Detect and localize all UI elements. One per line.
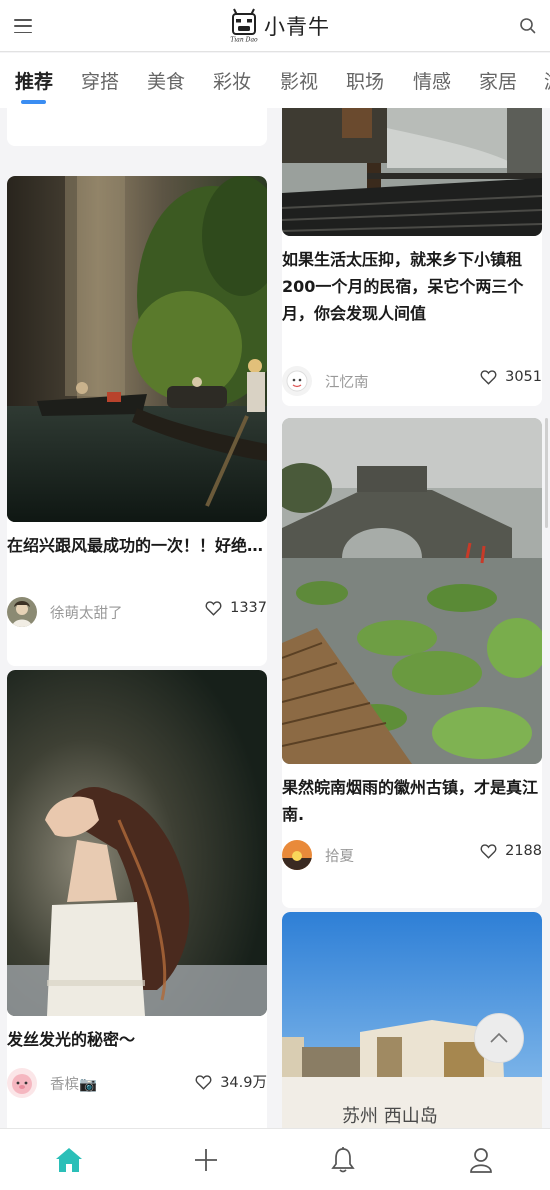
- post-title[interactable]: 如果生活太压抑，就来乡下小镇租200一个月的民宿，呆它个两三个月，你会发现人间值: [282, 246, 538, 327]
- post-card-partial[interactable]: [7, 108, 267, 146]
- post-title[interactable]: 在绍兴跟风最成功的一次！！好绝…: [7, 532, 263, 559]
- avatar[interactable]: [282, 840, 312, 870]
- tab-recommend[interactable]: 推荐: [15, 67, 53, 94]
- app-title: 小青牛: [264, 15, 330, 39]
- active-tab-indicator: [21, 100, 46, 104]
- nav-notifications[interactable]: [328, 1145, 358, 1175]
- avatar[interactable]: [7, 597, 37, 627]
- like-button[interactable]: 1337: [205, 600, 267, 616]
- bottom-nav: [0, 1128, 550, 1190]
- post-title[interactable]: 发丝发光的秘密～: [7, 1026, 263, 1053]
- like-count: 3051: [505, 369, 542, 385]
- chevron-up-icon: [490, 1032, 508, 1043]
- tab-home-living[interactable]: 家居: [479, 67, 517, 94]
- post-author[interactable]: 香槟📷: [7, 1068, 97, 1098]
- post-card[interactable]: 发丝发光的秘密～ 香槟📷 34.9万: [7, 670, 267, 1128]
- post-author[interactable]: 江忆南: [282, 366, 369, 396]
- post-card[interactable]: 在绍兴跟风最成功的一次！！好绝… 徐萌太甜了 1337: [7, 176, 267, 666]
- search-icon[interactable]: [518, 16, 538, 36]
- nav-home[interactable]: [54, 1145, 84, 1175]
- heart-icon: [480, 370, 497, 385]
- tab-film[interactable]: 影视: [280, 67, 318, 94]
- menu-icon[interactable]: [12, 16, 34, 36]
- post-author[interactable]: 拾夏: [282, 840, 354, 870]
- post-author[interactable]: 徐萌太甜了: [7, 597, 123, 627]
- plus-icon: [195, 1149, 217, 1171]
- feed-scrollbar[interactable]: [545, 418, 548, 528]
- cow-logo-icon: Tian Dao: [230, 8, 258, 44]
- like-button[interactable]: 34.9万: [195, 1071, 267, 1092]
- category-tabs: 推荐 穿搭 美食 彩妆 影视 职场 情感 家居 游: [0, 53, 550, 108]
- top-header: Tian Dao 小青牛: [0, 0, 550, 52]
- author-name: 拾夏: [325, 848, 354, 865]
- tab-makeup[interactable]: 彩妆: [213, 67, 251, 94]
- tab-emotion[interactable]: 情感: [413, 67, 451, 94]
- user-icon: [470, 1148, 492, 1173]
- app-root: Tian Dao 小青牛 推荐 穿搭 美食 彩妆 影视 职场 情感 家居 游: [0, 0, 550, 1190]
- like-button[interactable]: 2188: [480, 843, 542, 859]
- post-feed[interactable]: 在绍兴跟风最成功的一次！！好绝… 徐萌太甜了 1337 发丝发光的秘密～ 香槟📷…: [0, 108, 550, 1128]
- tab-outfit[interactable]: 穿搭: [81, 67, 119, 94]
- nav-publish[interactable]: [191, 1145, 221, 1175]
- avatar[interactable]: [282, 366, 312, 396]
- like-count: 2188: [505, 843, 542, 859]
- heart-icon: [480, 844, 497, 859]
- home-icon: [56, 1148, 82, 1172]
- tab-food[interactable]: 美食: [147, 67, 185, 94]
- post-card[interactable]: 果然皖南烟雨的徽州古镇，才是真江南. 拾夏 2188: [282, 418, 542, 908]
- svg-text:Tian Dao: Tian Dao: [230, 37, 258, 44]
- like-count: 34.9万: [220, 1075, 267, 1091]
- like-button[interactable]: 3051: [480, 369, 542, 385]
- post-card[interactable]: 如果生活太压抑，就来乡下小镇租200一个月的民宿，呆它个两三个月，你会发现人间值…: [282, 108, 542, 406]
- author-name: 徐萌太甜了: [50, 605, 123, 622]
- post-title[interactable]: 果然皖南烟雨的徽州古镇，才是真江南.: [282, 774, 538, 828]
- tab-travel[interactable]: 游: [544, 67, 550, 94]
- heart-icon: [195, 1074, 212, 1090]
- like-count: 1337: [230, 600, 267, 616]
- author-name: 江忆南: [325, 374, 369, 391]
- heart-icon: [205, 601, 222, 616]
- tab-career[interactable]: 职场: [346, 67, 384, 94]
- back-to-top-button[interactable]: [474, 1013, 524, 1063]
- post-image-rainy-town: [282, 108, 542, 236]
- avatar[interactable]: [7, 1068, 37, 1098]
- nav-profile[interactable]: [466, 1145, 496, 1175]
- post-image-bridge-lotus: [282, 418, 542, 764]
- bell-icon: [331, 1147, 355, 1173]
- post-image-canal-boats: [7, 176, 267, 522]
- app-logo[interactable]: Tian Dao 小青牛: [228, 6, 330, 46]
- post-image-portrait: [7, 670, 267, 1016]
- image-caption: 苏州 西山岛: [342, 1106, 438, 1127]
- author-name: 香槟📷: [50, 1076, 98, 1093]
